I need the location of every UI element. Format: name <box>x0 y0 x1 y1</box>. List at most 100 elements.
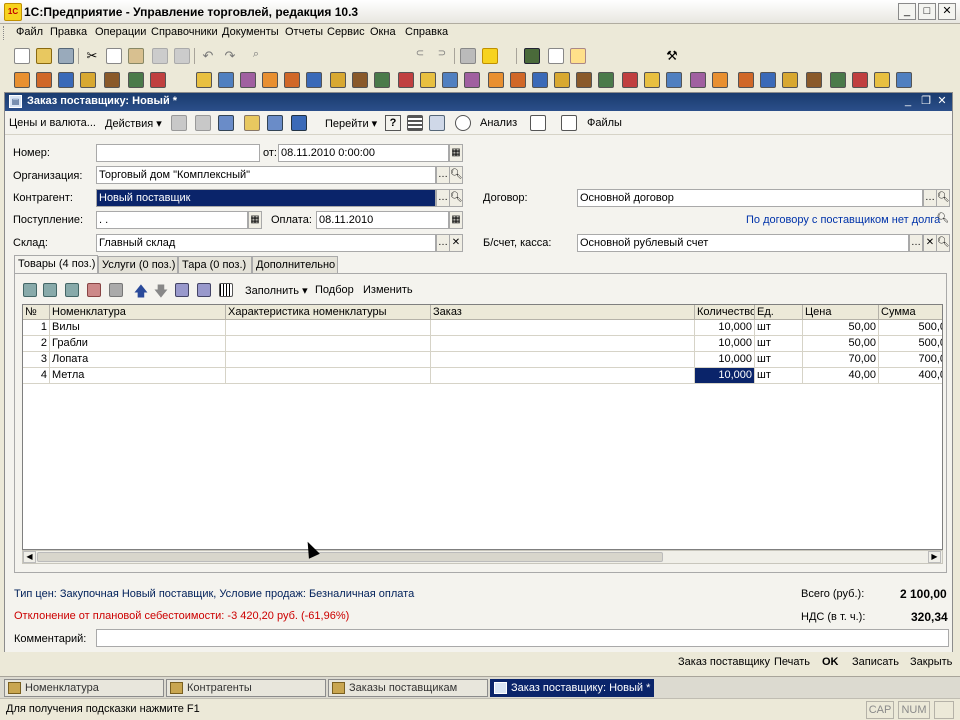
cell-sum[interactable]: 400,0 <box>879 368 942 384</box>
chart-icon[interactable] <box>464 72 480 88</box>
cell-price[interactable]: 50,00 <box>803 320 879 336</box>
receipt-icon[interactable] <box>532 72 548 88</box>
cell-char[interactable] <box>226 352 431 368</box>
receipt-icon[interactable] <box>306 72 322 88</box>
report-icon[interactable] <box>218 72 234 88</box>
cell-unit[interactable]: шт <box>755 368 803 384</box>
cell-unit[interactable]: шт <box>755 336 803 352</box>
print-button[interactable]: Печать <box>774 656 810 668</box>
order-icon[interactable] <box>712 72 728 88</box>
payment-icon[interactable] <box>80 72 96 88</box>
contractor-field[interactable]: Новый поставщик <box>96 189 436 207</box>
payment-calendar-button[interactable]: ▦ <box>449 211 463 229</box>
contract-open-button[interactable]: 🔍︎ <box>936 189 950 207</box>
close-button[interactable]: Закрыть <box>910 656 952 668</box>
tab-additional[interactable]: Дополнительно <box>252 256 338 274</box>
payment-icon[interactable] <box>554 72 570 88</box>
return-icon[interactable] <box>622 72 638 88</box>
undo-icon[interactable]: ↶ <box>200 48 216 64</box>
cell-order[interactable] <box>431 320 695 336</box>
warehouse-clear-button[interactable]: ✕ <box>449 234 463 252</box>
fill-menu-button[interactable]: Заполнить ▾ <box>245 284 308 297</box>
doc-close-button[interactable]: ✕ <box>935 95 949 108</box>
back-icon[interactable] <box>171 115 187 131</box>
table-horizontal-scrollbar[interactable]: ◀ ▶ <box>22 550 943 564</box>
help-button[interactable]: ? <box>385 115 401 131</box>
minimize-button[interactable]: _ <box>898 3 916 20</box>
sort-asc-icon[interactable] <box>175 283 189 297</box>
sort-desc-icon[interactable] <box>197 283 211 297</box>
goods-icon[interactable] <box>104 72 120 88</box>
cell-order[interactable] <box>431 368 695 384</box>
paste-icon[interactable] <box>128 48 144 64</box>
cell-unit[interactable]: шт <box>755 352 803 368</box>
cell-unit[interactable]: шт <box>755 320 803 336</box>
cell-name[interactable]: Метла <box>50 368 226 384</box>
tab-containers[interactable]: Тара (0 поз.) <box>178 256 252 274</box>
goods-table[interactable]: № Номенклатура Характеристика номенклату… <box>22 304 943 550</box>
cell-qty[interactable]: 10,000 <box>695 320 755 336</box>
payment-icon[interactable] <box>782 72 798 88</box>
print-preview-icon[interactable] <box>152 48 168 64</box>
invoice-icon[interactable] <box>738 72 754 88</box>
tab-services[interactable]: Услуги (0 поз.) <box>98 256 178 274</box>
actions-menu-button[interactable]: Действия ▾ <box>105 117 162 130</box>
menu-operations[interactable]: Операции <box>95 26 146 38</box>
delete-row-icon[interactable] <box>87 283 101 297</box>
copy-icon[interactable] <box>106 48 122 64</box>
menu-file[interactable]: Файл <box>16 26 43 38</box>
files-button[interactable]: Файлы <box>587 117 622 129</box>
end-edit-icon[interactable] <box>109 283 123 297</box>
date-field[interactable]: 08.11.2010 0:00:00 <box>278 144 449 162</box>
post-icon[interactable] <box>244 115 260 131</box>
menu-help[interactable]: Справка <box>405 26 448 38</box>
goods-icon[interactable] <box>352 72 368 88</box>
barcode-icon[interactable] <box>219 283 233 297</box>
menu-edit[interactable]: Правка <box>50 26 87 38</box>
tree-icon[interactable] <box>429 115 445 131</box>
stock-icon[interactable] <box>196 72 212 88</box>
add-row-icon[interactable] <box>23 283 37 297</box>
cut-icon[interactable]: ✂ <box>84 48 100 64</box>
cell-price[interactable]: 40,00 <box>803 368 879 384</box>
clipboard-icon[interactable] <box>570 48 586 64</box>
stock-icon[interactable] <box>420 72 436 88</box>
cell-qty[interactable]: 10,000 <box>695 352 755 368</box>
analysis-button[interactable]: Анализ <box>480 117 517 129</box>
order-icon[interactable] <box>262 72 278 88</box>
bank-account-field[interactable]: Основной рублевый счет <box>577 234 909 252</box>
report-icon[interactable] <box>442 72 458 88</box>
price-icon[interactable] <box>830 72 846 88</box>
cell-order[interactable] <box>431 352 695 368</box>
move-up-icon[interactable]: 🡅 <box>133 281 149 299</box>
column-header-number[interactable]: № <box>23 305 50 320</box>
bank-open-button[interactable]: 🔍︎ <box>936 234 950 252</box>
unpost-icon[interactable] <box>267 115 283 131</box>
calendar-picker-button[interactable]: ▦ <box>449 144 463 162</box>
cell-char[interactable] <box>226 368 431 384</box>
move-down-icon[interactable]: 🡇 <box>153 281 169 299</box>
find-icon[interactable]: ⌕ <box>248 48 264 64</box>
organization-open-button[interactable]: 🔍︎ <box>449 166 463 184</box>
print-icon[interactable] <box>174 48 190 64</box>
cell-order[interactable] <box>431 336 695 352</box>
cell-qty[interactable]: 10,000 <box>695 336 755 352</box>
scroll-right-arrow[interactable]: ▶ <box>928 551 941 563</box>
copy-row-icon[interactable] <box>43 283 57 297</box>
invoice-icon[interactable] <box>510 72 526 88</box>
return-icon[interactable] <box>150 72 166 88</box>
menu-catalogs[interactable]: Справочники <box>151 26 218 38</box>
column-header-characteristic[interactable]: Характеристика номенклатуры <box>226 305 431 320</box>
goods-icon[interactable] <box>806 72 822 88</box>
new-document-icon[interactable] <box>14 48 30 64</box>
stock-icon[interactable] <box>874 72 890 88</box>
receipt-icon[interactable] <box>58 72 74 88</box>
redo-icon[interactable]: ↷ <box>222 48 238 64</box>
scroll-thumb[interactable] <box>37 552 663 562</box>
maximize-button[interactable]: □ <box>918 3 936 20</box>
structure-icon[interactable] <box>195 115 211 131</box>
chart-icon[interactable] <box>240 72 256 88</box>
payment-icon[interactable] <box>330 72 346 88</box>
organization-select-button[interactable]: … <box>436 166 450 184</box>
tools-icon[interactable]: ⚒ <box>664 48 680 64</box>
